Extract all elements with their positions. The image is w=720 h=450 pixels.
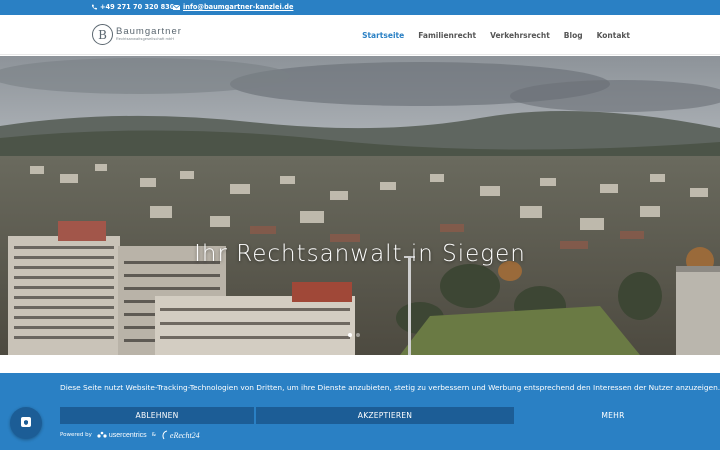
- logo-subtitle: Rechtsanwaltsgesellschaft mbH: [116, 37, 175, 42]
- erecht24-logo[interactable]: eRecht24: [161, 430, 200, 440]
- email-link[interactable]: info@baumgartner-kanzlei.de: [183, 3, 293, 11]
- hero-title: Ihr Rechtsanwalt in Siegen: [194, 241, 526, 267]
- cookie-consent-banner: Diese Seite nutzt Website-Tracking-Techn…: [0, 373, 720, 450]
- logo-mark: B: [92, 24, 113, 45]
- hero-city-image: [0, 56, 720, 355]
- cookie-consent-text: Diese Seite nutzt Website-Tracking-Techn…: [60, 383, 720, 392]
- mail-icon: [173, 4, 180, 10]
- more-button[interactable]: MEHR: [516, 407, 710, 424]
- slider-dot-1[interactable]: [348, 333, 352, 337]
- email-contact[interactable]: info@baumgartner-kanzlei.de: [173, 3, 293, 11]
- ampersand: &: [151, 432, 156, 438]
- powered-by: Powered by usercentrics & eRecht24: [60, 430, 200, 440]
- slider-dot-2[interactable]: [356, 333, 360, 337]
- slider-pagination: [348, 333, 360, 337]
- nav-item-startseite[interactable]: Startseite: [362, 31, 404, 40]
- reject-button[interactable]: ABLEHNEN: [60, 407, 254, 424]
- phone-contact[interactable]: +49 271 70 320 830: [91, 3, 174, 11]
- site-header: B Baumgartner Rechtsanwaltsgesellschaft …: [0, 15, 720, 55]
- usercentrics-text: usercentrics: [108, 431, 147, 439]
- erecht24-text: eRecht24: [169, 430, 200, 440]
- site-logo[interactable]: B Baumgartner Rechtsanwaltsgesellschaft …: [92, 24, 182, 45]
- privacy-shield-icon: [19, 414, 33, 433]
- erecht24-icon: [162, 430, 168, 440]
- logo-name: Baumgartner: [116, 25, 182, 37]
- phone-icon: [91, 4, 97, 10]
- nav-item-familienrecht[interactable]: Familienrecht: [418, 31, 476, 40]
- hero-slider[interactable]: Ihr Rechtsanwalt in Siegen: [0, 56, 720, 355]
- nav-item-kontakt[interactable]: Kontakt: [597, 31, 630, 40]
- usercentrics-logo[interactable]: usercentrics: [97, 431, 147, 439]
- nav-item-verkehrsrecht[interactable]: Verkehrsrecht: [490, 31, 550, 40]
- main-navigation: Startseite Familienrecht Verkehrsrecht B…: [348, 31, 630, 40]
- accept-button[interactable]: AKZEPTIEREN: [256, 407, 514, 424]
- powered-by-label: Powered by: [60, 432, 92, 438]
- phone-number: +49 271 70 320 830: [100, 3, 175, 11]
- top-contact-bar: +49 271 70 320 830 info@baumgartner-kanz…: [0, 0, 720, 15]
- nav-item-blog[interactable]: Blog: [564, 31, 583, 40]
- content-area: [0, 355, 720, 373]
- usercentrics-icon: [97, 431, 107, 438]
- privacy-settings-button[interactable]: [10, 407, 42, 439]
